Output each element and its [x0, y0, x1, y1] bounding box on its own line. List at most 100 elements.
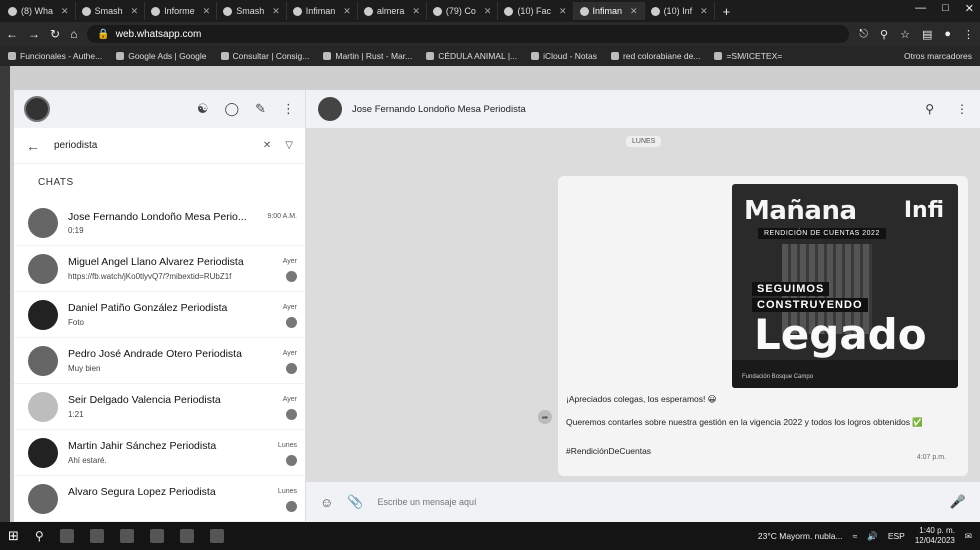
tab-label: almera [376, 6, 405, 16]
bookmark-item[interactable]: red colorabiane de... [610, 51, 700, 61]
close-tab-icon[interactable]: ✕ [630, 6, 638, 17]
tab-label: (10) Inf [663, 6, 693, 16]
close-tab-icon[interactable]: ✕ [272, 6, 280, 17]
clock[interactable]: 1:40 p. m. 12/04/2023 [915, 526, 955, 546]
reload-icon[interactable]: ↻ [50, 27, 60, 41]
new-chat-icon[interactable]: ✎ [255, 101, 266, 117]
chat-list-item[interactable]: Pedro José Andrade Otero Periodista Ayer M… [14, 338, 305, 384]
browser-tab[interactable]: Smash ✕ [217, 2, 287, 20]
bookmark-item[interactable]: Funcionales - Authe... [8, 51, 102, 61]
chrome-icon[interactable] [119, 529, 134, 543]
browser-tab[interactable]: (10) Inf ✕ [645, 2, 715, 20]
microphone-icon[interactable]: 🎤 [950, 494, 966, 510]
browser-tab[interactable]: Infiman ✕ [287, 2, 358, 20]
close-tab-icon[interactable]: ✕ [131, 6, 139, 17]
browser-tab[interactable]: (79) Co ✕ [427, 2, 499, 20]
search-input[interactable] [54, 140, 249, 151]
close-tab-icon[interactable]: ✕ [559, 6, 567, 17]
bookmark-item[interactable]: =SM/ICETEX= [714, 51, 782, 61]
language-indicator[interactable]: ESP [888, 531, 905, 541]
conversation-panel: Jose Fernando Londoño Mesa Periodista ⚲ … [306, 90, 980, 522]
bookmark-item[interactable]: CÉDULA ANIMAL |... [426, 51, 517, 61]
home-icon[interactable]: ⌂ [70, 27, 77, 41]
close-tab-icon[interactable]: ✕ [343, 6, 351, 17]
chat-list-item[interactable]: Miguel Angel Llano Alvarez Periodista Aye… [14, 246, 305, 292]
filter-icon[interactable]: ▽ [285, 140, 293, 151]
browser-tab[interactable]: Smash ✕ [76, 2, 146, 20]
close-tab-icon[interactable]: ✕ [203, 6, 211, 17]
windows-start-icon[interactable]: ⊞ [8, 528, 19, 544]
network-icon[interactable]: ≈ [853, 531, 858, 541]
close-tab-icon[interactable]: ✕ [412, 6, 420, 17]
url-field[interactable]: 🔒 web.whatsapp.com [87, 25, 850, 43]
message-input[interactable] [377, 497, 936, 507]
conversation-header[interactable]: Jose Fernando Londoño Mesa Periodista ⚲ … [306, 90, 980, 128]
event-poster-image[interactable]: Mañana Infi RENDICIÓN DE CUENTAS 2022 SE… [732, 184, 958, 388]
chat-avatar [28, 483, 58, 514]
forward-arrow-icon[interactable]: → [28, 27, 40, 41]
chat-avatar [28, 207, 58, 238]
search-messages-icon[interactable]: ⚲ [925, 102, 934, 116]
menu-dots-icon[interactable]: ⋮ [963, 28, 974, 41]
sidebar-menu-icon[interactable]: ⋮ [282, 101, 295, 117]
other-bookmarks[interactable]: Otros marcadores [904, 51, 972, 61]
bookmark-item[interactable]: Consultar | Consig... [220, 51, 309, 61]
attach-icon[interactable]: 📎 [347, 494, 363, 510]
chat-time: Lunes [277, 488, 297, 495]
close-tab-icon[interactable]: ✕ [61, 6, 69, 17]
notifications-icon[interactable]: ✉ [965, 531, 972, 542]
close-window-icon[interactable]: ✕ [965, 2, 974, 15]
chat-list-item[interactable]: Seir Delgado Valencia Periodista Ayer 1:21 [14, 384, 305, 430]
chat-body: Martin Jahir Sánchez Periodista Lunes Ahí … [68, 440, 297, 466]
close-tab-icon[interactable]: ✕ [484, 6, 492, 17]
browser-tab[interactable]: (10) Fac ✕ [498, 2, 574, 20]
chat-preview-row: https://fb.watch/jKo0tlyvQ7/?mibextid=RU… [68, 270, 297, 282]
message-bubble[interactable]: Mañana Infi RENDICIÓN DE CUENTAS 2022 SE… [558, 176, 968, 476]
share-icon[interactable]: ⎋ [859, 28, 868, 41]
close-tab-icon[interactable]: ✕ [700, 6, 708, 17]
minimize-icon[interactable]: — [915, 2, 926, 15]
bookmark-item[interactable]: Martin | Rust - Mar... [323, 51, 412, 61]
forward-icon[interactable]: ➦ [538, 410, 552, 424]
browser-tab[interactable]: Informe ✕ [145, 2, 218, 20]
my-profile-avatar[interactable] [24, 96, 50, 122]
volume-icon[interactable]: 🔊 [867, 531, 878, 542]
message-timestamp: 4:07 p.m. [916, 454, 946, 461]
word-icon[interactable] [149, 529, 164, 543]
clear-search-icon[interactable]: ✕ [263, 140, 271, 151]
browser-tab[interactable]: Infiman ✕ [573, 2, 645, 20]
tab-label: Infiman [305, 6, 336, 16]
chat-name: Martin Jahir Sánchez Periodista [68, 439, 217, 452]
chat-list-item[interactable]: Jose Fernando Londoño Mesa Perio... 9:00 … [14, 200, 305, 246]
back-arrow-icon[interactable]: ← [6, 27, 18, 41]
chat-list-item[interactable]: Alvaro Segura Lopez Periodista Lunes [14, 476, 305, 522]
weather-widget[interactable]: 23°C Mayorm. nubla... [758, 531, 843, 541]
poster-big-word: Legado [754, 310, 927, 359]
zoom-icon[interactable]: ⚲ [880, 28, 888, 41]
chat-list-item[interactable]: Daniel Patiño González Periodista Ayer Fot… [14, 292, 305, 338]
chat-preview: Foto [68, 317, 85, 327]
bookmark-item[interactable]: iCloud - Notas [531, 51, 597, 61]
back-icon[interactable]: ← [26, 138, 40, 154]
chat-title-row: Miguel Angel Llano Alvarez Periodista Aye… [68, 256, 297, 268]
browser-tab[interactable]: (8) Wha ✕ [2, 2, 76, 20]
status-icon[interactable]: ◯ [225, 101, 240, 117]
maximize-icon[interactable]: □ [942, 2, 949, 15]
search-icon[interactable]: ⚲ [35, 529, 44, 543]
extensions-icon[interactable]: ▤ [922, 28, 932, 41]
new-tab-button[interactable]: + [715, 4, 739, 19]
tab-label: (79) Co [445, 6, 476, 16]
chat-list-item[interactable]: Martin Jahir Sánchez Periodista Lunes Ahí … [14, 430, 305, 476]
browser-tab[interactable]: almera ✕ [358, 2, 427, 20]
file-explorer-icon[interactable] [89, 529, 104, 543]
excel-icon[interactable] [179, 529, 194, 543]
conversation-menu-icon[interactable]: ⋮ [956, 102, 968, 116]
emoji-icon[interactable]: ☺ [320, 495, 333, 510]
powerpoint-icon[interactable] [209, 529, 224, 543]
bookmark-item[interactable]: Google Ads | Google [116, 51, 207, 61]
bookmark-star-icon[interactable]: ☆ [900, 28, 910, 41]
profile-icon[interactable]: ● [944, 28, 951, 41]
communities-icon[interactable]: ☯ [197, 101, 209, 117]
contact-avatar[interactable] [318, 97, 342, 121]
task-view-icon[interactable] [59, 529, 74, 543]
